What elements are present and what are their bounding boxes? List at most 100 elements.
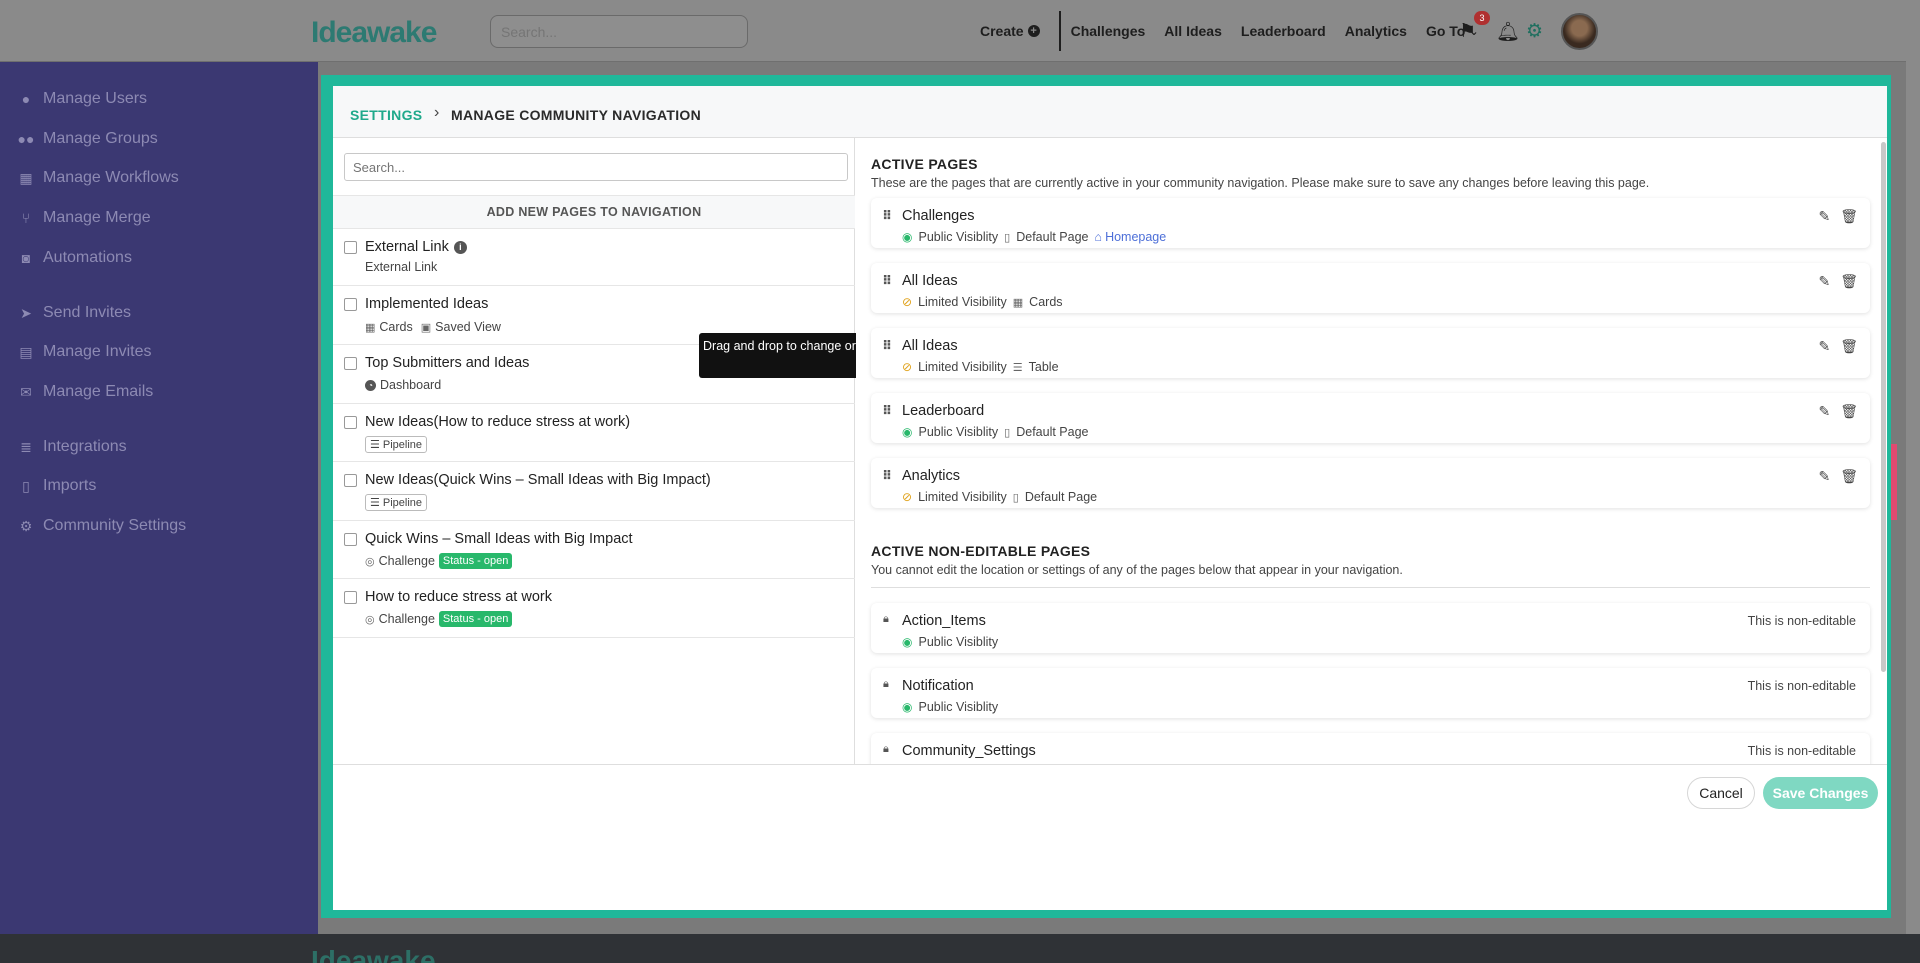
page-scrollbar[interactable] (1906, 0, 1920, 934)
active-page-card[interactable]: ⠿ All Ideas ⊘ Limited Visibility ▦ Cards ✎ 🗑… (871, 263, 1870, 313)
sidebar-item-community-settings[interactable]: ⚙ Community Settings (17, 517, 186, 535)
sidebar-item-label: Manage Groups (43, 130, 158, 147)
card-title: Community_Settings (902, 743, 1036, 759)
global-search-input[interactable] (490, 15, 748, 48)
sidebar-item-automations[interactable]: ◙ Automations (17, 249, 132, 267)
page-type: Default Page (1024, 490, 1098, 504)
card-title: Analytics (902, 468, 961, 484)
panel-scrollbar[interactable] (1881, 142, 1886, 672)
trash-icon[interactable]: 🗑︎ (1840, 403, 1858, 420)
tag-label: Pipeline (382, 496, 423, 509)
trash-icon[interactable]: 🗑︎ (1840, 338, 1858, 355)
page-checkbox[interactable] (344, 591, 357, 604)
sidebar-item-manage-merge[interactable]: ⑂ Manage Merge (17, 209, 151, 227)
add-pages-panel: ADD NEW PAGES TO NAVIGATION External Lin… (333, 138, 855, 764)
card-title: Challenges (902, 208, 975, 224)
drag-handle-icon[interactable]: ⠿ (882, 273, 892, 289)
breadcrumb-settings[interactable]: SETTINGS (350, 107, 422, 123)
bell-icon[interactable]: 🔔︎ (1496, 20, 1520, 44)
page-type: Default Page (1016, 230, 1089, 244)
page-checkbox[interactable] (344, 241, 357, 254)
save-changes-button[interactable]: Save Changes (1763, 777, 1878, 809)
lock-icon: 🔒︎ (883, 743, 889, 755)
sidebar-item-manage-workflows[interactable]: ▦ Manage Workflows (17, 169, 179, 187)
page-checkbox[interactable] (344, 298, 357, 311)
users-icon: ●● (17, 131, 35, 147)
workflow-icon: ▦ (19, 169, 33, 186)
active-pages-panel: ACTIVE PAGES These are the pages that ar… (856, 138, 1887, 764)
trash-icon[interactable]: 🗑︎ (1840, 273, 1858, 290)
sidebar-item-manage-users[interactable]: ● Manage Users (17, 90, 147, 108)
cancel-button[interactable]: Cancel (1687, 777, 1755, 809)
drag-handle-icon[interactable]: ⠿ (882, 208, 892, 224)
main-nav: Create + Challenges All Ideas Leaderboard… (980, 0, 1498, 62)
nav-challenges[interactable]: Challenges (1071, 23, 1146, 39)
trash-icon[interactable]: 🗑︎ (1840, 208, 1858, 225)
chevron-right-icon: › (434, 104, 440, 121)
admin-sidebar: ● Manage Users ●● Manage Groups ▦ Manage Wo… (0, 62, 318, 934)
drag-handle-icon[interactable]: ⠿ (882, 338, 892, 354)
edit-icon[interactable]: ✎ (1818, 208, 1830, 225)
homepage-label: ⌂ Homepage (1095, 230, 1167, 244)
card-title: Leaderboard (902, 403, 985, 419)
edit-icon[interactable]: ✎ (1818, 273, 1830, 290)
gear-icon[interactable]: ⚙ (1526, 20, 1543, 43)
user-avatar[interactable] (1561, 13, 1598, 50)
sidebar-item-integrations[interactable]: ≣ Integrations (17, 438, 127, 456)
list-item: How to reduce stress at work ◎ Challenge S… (333, 579, 855, 638)
edit-icon[interactable]: ✎ (1818, 338, 1830, 355)
page-view: Saved View (435, 320, 501, 334)
page-title: How to reduce stress at work (365, 589, 552, 605)
page-checkbox[interactable] (344, 416, 357, 429)
sidebar-item-manage-invites[interactable]: ▤ Manage Invites (17, 343, 152, 361)
page-checkbox[interactable] (344, 533, 357, 546)
page-title: New Ideas(How to reduce stress at work) (365, 414, 631, 430)
active-page-card[interactable]: ⠿ Leaderboard ◉ Public Visiblity ▯ Default … (871, 393, 1870, 443)
trash-icon[interactable]: 🗑︎ (1840, 468, 1858, 485)
info-icon[interactable]: i (453, 240, 467, 254)
active-page-card[interactable]: ⠿ Analytics ⊘ Limited Visibility ▯ Default … (871, 458, 1870, 508)
edit-icon[interactable]: ✎ (1818, 403, 1830, 420)
sidebar-item-imports[interactable]: ▯ Imports (17, 477, 96, 495)
save-icon: ▣ (420, 321, 432, 334)
sidebar-item-send-invites[interactable]: ➤ Send Invites (17, 304, 131, 322)
homepage-text: Homepage (1105, 230, 1167, 244)
sidebar-item-manage-groups[interactable]: ●● Manage Groups (17, 130, 158, 148)
card-title: All Ideas (902, 338, 958, 354)
nav-all-ideas[interactable]: All Ideas (1164, 23, 1222, 39)
sidebar-item-label: Integrations (43, 438, 127, 455)
tag-label: Pipeline (382, 438, 423, 451)
active-page-card[interactable]: ⠿ Challenges ◉ Public Visiblity ▯ Default P… (871, 198, 1870, 248)
sidebar-item-label: Community Settings (43, 517, 187, 534)
sidebar-item-label: Manage Users (43, 90, 148, 107)
page-title: Implemented Ideas (365, 296, 489, 312)
drag-handle-icon[interactable]: ⠿ (882, 468, 892, 484)
page-checkbox[interactable] (344, 474, 357, 487)
drag-tooltip: Drag and drop to change order (699, 333, 878, 378)
file-icon: ▯ (1012, 491, 1019, 504)
active-page-card[interactable]: ⠿ All Ideas ⊘ Limited Visibility ☰ Table ✎ 🗑… (871, 328, 1870, 378)
lock-icon: 🔒︎ (883, 678, 889, 690)
file-icon: ▯ (22, 477, 30, 494)
nav-analytics[interactable]: Analytics (1345, 23, 1407, 39)
drag-handle-icon[interactable]: ⠿ (882, 403, 892, 419)
non-editable-description: You cannot edit the location or settings… (871, 563, 1403, 577)
breadcrumb-current: MANAGE COMMUNITY NAVIGATION (451, 107, 701, 123)
pages-search-input[interactable] (344, 153, 848, 181)
flag-icon[interactable]: ⚑ (1459, 20, 1476, 43)
modal-footer: Cancel Save Changes (333, 764, 1887, 820)
page-checkbox[interactable] (344, 357, 357, 370)
page-title: New Ideas(Quick Wins – Small Ideas with … (365, 472, 711, 488)
create-menu[interactable]: Create + (980, 23, 1040, 39)
non-editable-page-card: 🔒︎ Action_Items ◉ Public Visiblity This i… (871, 603, 1870, 653)
nav-leaderboard[interactable]: Leaderboard (1241, 23, 1326, 39)
page-type: Cards (379, 320, 413, 334)
page-type: Dashboard (380, 378, 442, 392)
sidebar-item-manage-emails[interactable]: ✉ Manage Emails (17, 383, 153, 401)
ideawake-logo[interactable]: Ideawake (311, 16, 437, 50)
eye-slash-icon: ⊘ (902, 295, 913, 309)
sidebar-item-label: Manage Workflows (43, 169, 179, 186)
non-editable-note: This is non-editable (1747, 744, 1856, 758)
edit-icon[interactable]: ✎ (1818, 468, 1830, 485)
sidebar-item-label: Manage Invites (43, 343, 152, 360)
